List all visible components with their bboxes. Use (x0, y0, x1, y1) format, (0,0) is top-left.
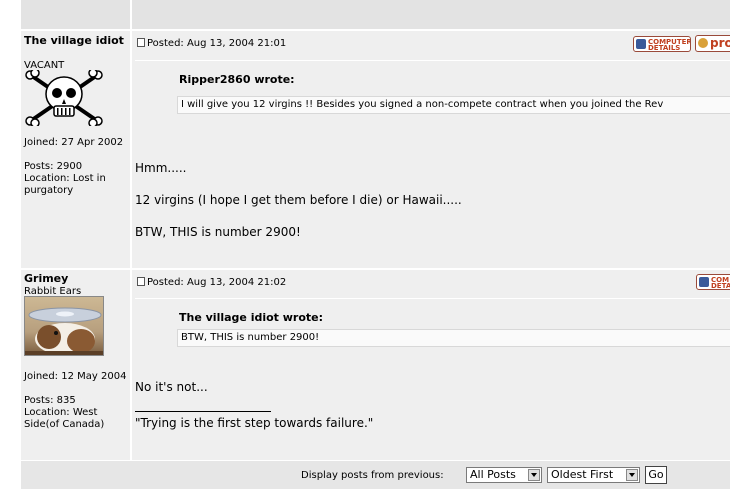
post-divider (135, 60, 730, 61)
display-posts-label: Display posts from previous: (301, 470, 444, 481)
period-select[interactable]: All Posts (466, 467, 542, 483)
skull-crossbones-icon (25, 70, 103, 126)
post-row: The village idiot VACANT Joined: 27 Apr … (21, 31, 730, 268)
period-select-value: All Posts (470, 468, 516, 481)
post-icon[interactable] (137, 38, 145, 47)
post-author-name[interactable]: The village idiot (24, 35, 128, 47)
chevron-down-icon[interactable] (528, 469, 540, 481)
header-left-cell (21, 0, 130, 29)
quote-author: Ripper2860 wrote: (179, 73, 295, 86)
avatar (24, 296, 104, 356)
computer-details-label: COM DETA (711, 276, 730, 290)
computer-details-button[interactable]: COM DETA (696, 274, 730, 290)
post-divider (135, 298, 730, 299)
post-meta: Posted: Aug 13, 2004 21:02 (137, 277, 286, 289)
computer-details-button[interactable]: COMPUTER DETAILS (633, 36, 691, 52)
post-icon[interactable] (137, 277, 145, 286)
post-author-name[interactable]: Grimey (24, 273, 128, 285)
post-author-cell: Grimey Rabbit Ears Joined: 12 May 2004 P… (21, 270, 130, 460)
post-row: Grimey Rabbit Ears Joined: 12 May 2004 P… (21, 270, 730, 460)
author-location: Location: West Side(of Canada) (24, 407, 105, 430)
post-text-line: Hmm..... (135, 161, 187, 175)
computer-icon (636, 39, 646, 49)
post-body-cell: Posted: Aug 13, 2004 21:02 COM DETA The … (132, 270, 730, 460)
post-date: Posted: Aug 13, 2004 21:01 (147, 38, 287, 49)
author-post-count: Posts: 2900 (24, 161, 83, 172)
author-joined: Joined: 27 Apr 2002 (24, 137, 124, 148)
header-row (21, 0, 730, 29)
post-text-line: BTW, THIS is number 2900! (135, 225, 301, 239)
signature-divider (135, 411, 271, 412)
computer-details-label: COMPUTER DETAILS (648, 38, 691, 52)
post-text-line: No it's not... (135, 380, 208, 394)
go-button[interactable]: Go (645, 466, 667, 484)
post-body-cell: Posted: Aug 13, 2004 21:01 COMPUTER DETA… (132, 31, 730, 268)
author-location: Location: Lost in purgatory (24, 173, 106, 196)
computer-icon (699, 277, 709, 287)
order-select-value: Oldest First (551, 468, 614, 481)
guinea-pig-photo (25, 307, 103, 355)
topic-table: The village idiot VACANT Joined: 27 Apr … (21, 0, 730, 489)
profile-label: pro (710, 36, 730, 50)
quote-box: I will give you 12 virgins !! Besides yo… (177, 96, 730, 114)
quote-box: BTW, THIS is number 2900! (177, 329, 730, 347)
post-author-cell: The village idiot VACANT Joined: 27 Apr … (21, 31, 130, 268)
post-text-line: 12 virgins (I hope I get them before I d… (135, 193, 462, 207)
post-meta: Posted: Aug 13, 2004 21:01 (137, 38, 286, 50)
profile-icon (698, 38, 708, 48)
chevron-down-icon[interactable] (626, 469, 638, 481)
profile-button[interactable]: pro (695, 35, 730, 52)
signature-text: "Trying is the first step towards failur… (135, 416, 374, 430)
post-date: Posted: Aug 13, 2004 21:02 (147, 277, 287, 288)
author-joined: Joined: 12 May 2004 (24, 371, 127, 382)
display-options-bar: Display posts from previous: All Posts O… (21, 461, 730, 489)
order-select[interactable]: Oldest First (547, 467, 640, 483)
quote-author: The village idiot wrote: (179, 311, 324, 324)
header-right-cell (132, 0, 730, 29)
author-post-count: Posts: 835 (24, 395, 76, 406)
